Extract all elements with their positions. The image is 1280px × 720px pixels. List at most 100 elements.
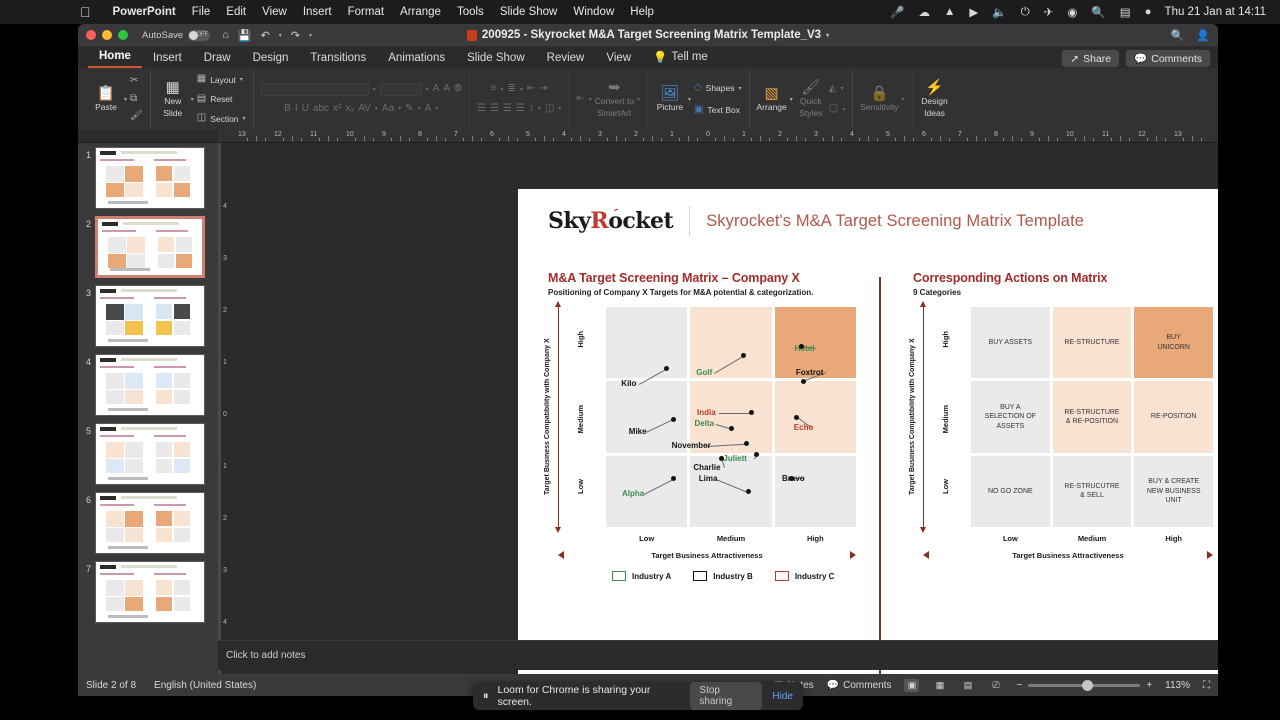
control-center-icon[interactable]: ◉	[1060, 5, 1084, 19]
cloud-icon[interactable]: ☁	[912, 5, 938, 19]
display-icon[interactable]: ▤	[1113, 5, 1138, 19]
increase-indent-icon[interactable]: ⇥	[539, 82, 547, 97]
decrease-indent-icon[interactable]: ⇤	[527, 82, 535, 97]
matrix-cell[interactable]	[774, 455, 856, 527]
tab-insert[interactable]: Insert	[142, 50, 193, 68]
matrix-cell[interactable]	[774, 381, 856, 453]
bold-button[interactable]: B	[284, 102, 291, 117]
spotlight-search-icon[interactable]: 🔍	[1084, 5, 1112, 19]
section-chevron-down-icon[interactable]: ▾	[243, 115, 246, 122]
menu-item-insert[interactable]: Insert	[295, 6, 340, 18]
slide-thumbnail[interactable]: 4	[78, 354, 214, 416]
shapes-button[interactable]: ◇ Shapes ▾	[694, 81, 742, 96]
data-point-label[interactable]: India	[697, 408, 716, 417]
slide-thumbnail[interactable]: 5	[78, 423, 214, 485]
underline-button[interactable]: U	[302, 102, 309, 117]
quick-styles-button[interactable]: 🖌 Quick Styles	[796, 80, 826, 118]
vertical-ruler[interactable]: 4 3 2 1 0 1 2 3 4	[221, 143, 234, 696]
redo-icon[interactable]: ↷	[291, 29, 300, 42]
paste-chevron-down-icon[interactable]: ▾	[124, 96, 127, 103]
shapes-chevron-down-icon[interactable]: ▾	[739, 85, 742, 92]
data-point[interactable]	[753, 451, 759, 457]
data-point[interactable]	[671, 416, 676, 422]
sensitivity-chevron-down-icon[interactable]: ▾	[902, 96, 905, 103]
numbering-icon[interactable]: ≣	[507, 82, 515, 97]
title-chevron-down-icon[interactable]: ▾	[826, 32, 829, 39]
convert-to-smartart-button[interactable]: ➥ Convert to SmartArt	[595, 80, 634, 118]
slide-sorter-icon[interactable]: ▦	[932, 679, 947, 692]
minimize-button[interactable]	[102, 30, 112, 40]
clear-formatting-icon[interactable]: ⦾	[454, 82, 462, 97]
data-point-label[interactable]: Foxtrot	[796, 368, 824, 377]
tab-slide-show[interactable]: Slide Show	[456, 50, 536, 68]
menu-item-file[interactable]: File	[184, 6, 219, 18]
slide-thumbnail[interactable]: 1	[78, 147, 214, 209]
slide-thumbnail-panel[interactable]: 1 2 3 4 5 6 7	[78, 143, 218, 696]
reset-button[interactable]: ▤ Reset	[197, 92, 246, 107]
shape-fill-button[interactable]: ◭ ▾	[829, 82, 845, 97]
matrix-cell[interactable]: RE-STRUCUTRE & SELL	[1052, 455, 1132, 527]
horizontal-ruler[interactable]: 13 12 11 10 9 8 7 6 5 4 3 2 1 0 1 2 3 4 5 6 7 8 9 10 11 12 13	[78, 130, 1218, 143]
status-comments-button[interactable]: 💬 Comments	[827, 680, 892, 691]
arrange-chevron-down-icon[interactable]: ▾	[790, 96, 793, 103]
data-point-label[interactable]: Lima	[699, 474, 718, 483]
data-point-label[interactable]: Charlie	[693, 463, 720, 472]
thumbnail-preview[interactable]	[95, 147, 205, 209]
zoom-out-button[interactable]: −	[1016, 680, 1022, 691]
autosave-toggle[interactable]: OFF	[188, 29, 211, 41]
bullets-icon[interactable]: ≡	[491, 82, 497, 97]
document-title[interactable]: 200925 - Skyrocket M&A Target Screening …	[482, 29, 821, 41]
thumbnail-preview[interactable]	[95, 216, 205, 278]
font-color-chevron-down-icon[interactable]: ▾	[435, 105, 438, 112]
matrix-cell[interactable]: BUY ASSETS	[971, 307, 1050, 379]
hide-toast-button[interactable]: Hide	[772, 691, 793, 702]
data-point-label[interactable]: Juliett	[723, 454, 747, 463]
change-case-button[interactable]: Aa	[382, 102, 394, 117]
case-chevron-down-icon[interactable]: ▾	[398, 105, 401, 112]
slide-thumbnail[interactable]: 6	[78, 492, 214, 554]
data-point-label[interactable]: November	[672, 441, 711, 450]
layout-button[interactable]: ▦ Layout ▾	[197, 72, 246, 87]
superscript-button[interactable]: x²	[333, 102, 341, 117]
text-direction-chevron-down-icon[interactable]: ▾	[589, 96, 592, 103]
slide-thumbnail[interactable]: 2	[78, 216, 214, 278]
menu-item-format[interactable]: Format	[340, 6, 392, 18]
thumbnail-preview[interactable]	[95, 492, 205, 554]
data-point-label[interactable]: Hotel	[795, 344, 815, 353]
tab-view[interactable]: View	[595, 50, 642, 68]
home-icon[interactable]: ⌂	[222, 29, 229, 41]
numbering-chevron-down-icon[interactable]: ▾	[520, 86, 523, 93]
matrix-cell[interactable]: RE-STRUCTURE & RE-POSITION	[1052, 381, 1132, 453]
matrix-cell[interactable]: RE-STRUCTURE	[1052, 307, 1132, 379]
thumbnail-preview[interactable]	[95, 285, 205, 347]
pause-icon[interactable]: ⏸	[483, 690, 488, 703]
matrix-cell[interactable]: BUY UNICORN	[1134, 307, 1213, 379]
matrix-cell[interactable]	[606, 307, 688, 379]
volume-icon[interactable]: 🔈	[985, 5, 1013, 19]
thumbnail-preview[interactable]	[95, 423, 205, 485]
menu-item-view[interactable]: View	[254, 6, 295, 18]
spacing-chevron-down-icon[interactable]: ▾	[375, 105, 378, 112]
data-point-label[interactable]: Alpha	[622, 489, 644, 498]
screening-matrix[interactable]: Target Business Compatibility with Compa…	[544, 299, 860, 599]
tell-me-box[interactable]: 💡 Tell me	[642, 48, 719, 68]
tab-review[interactable]: Review	[536, 50, 596, 68]
data-point[interactable]	[748, 410, 754, 416]
strikethrough-button[interactable]: abc	[313, 102, 329, 117]
menu-item-window[interactable]: Window	[565, 6, 622, 18]
shrink-font-icon[interactable]: A	[443, 82, 450, 97]
thumbnail-preview[interactable]	[95, 354, 205, 416]
fit-to-window-icon[interactable]: ⛶	[1203, 680, 1210, 691]
shape-fill-chevron-down-icon[interactable]: ▾	[840, 85, 843, 92]
font-size-chevron-down-icon[interactable]: ▾	[426, 86, 429, 93]
format-painter-icon[interactable]: 🖌	[130, 109, 143, 124]
close-button[interactable]	[86, 30, 96, 40]
layout-chevron-down-icon[interactable]: ▾	[240, 76, 243, 83]
undo-icon[interactable]: ↶	[261, 29, 270, 42]
slide-thumbnail[interactable]: 7	[78, 561, 214, 623]
text-direction-button[interactable]: ⇤ ▾	[576, 92, 591, 107]
bullets-chevron-down-icon[interactable]: ▾	[500, 86, 503, 93]
notes-pane[interactable]: Click to add notes	[218, 640, 1218, 670]
text-highlight-icon[interactable]: ✎	[405, 102, 413, 117]
tab-transitions[interactable]: Transitions	[299, 50, 377, 68]
